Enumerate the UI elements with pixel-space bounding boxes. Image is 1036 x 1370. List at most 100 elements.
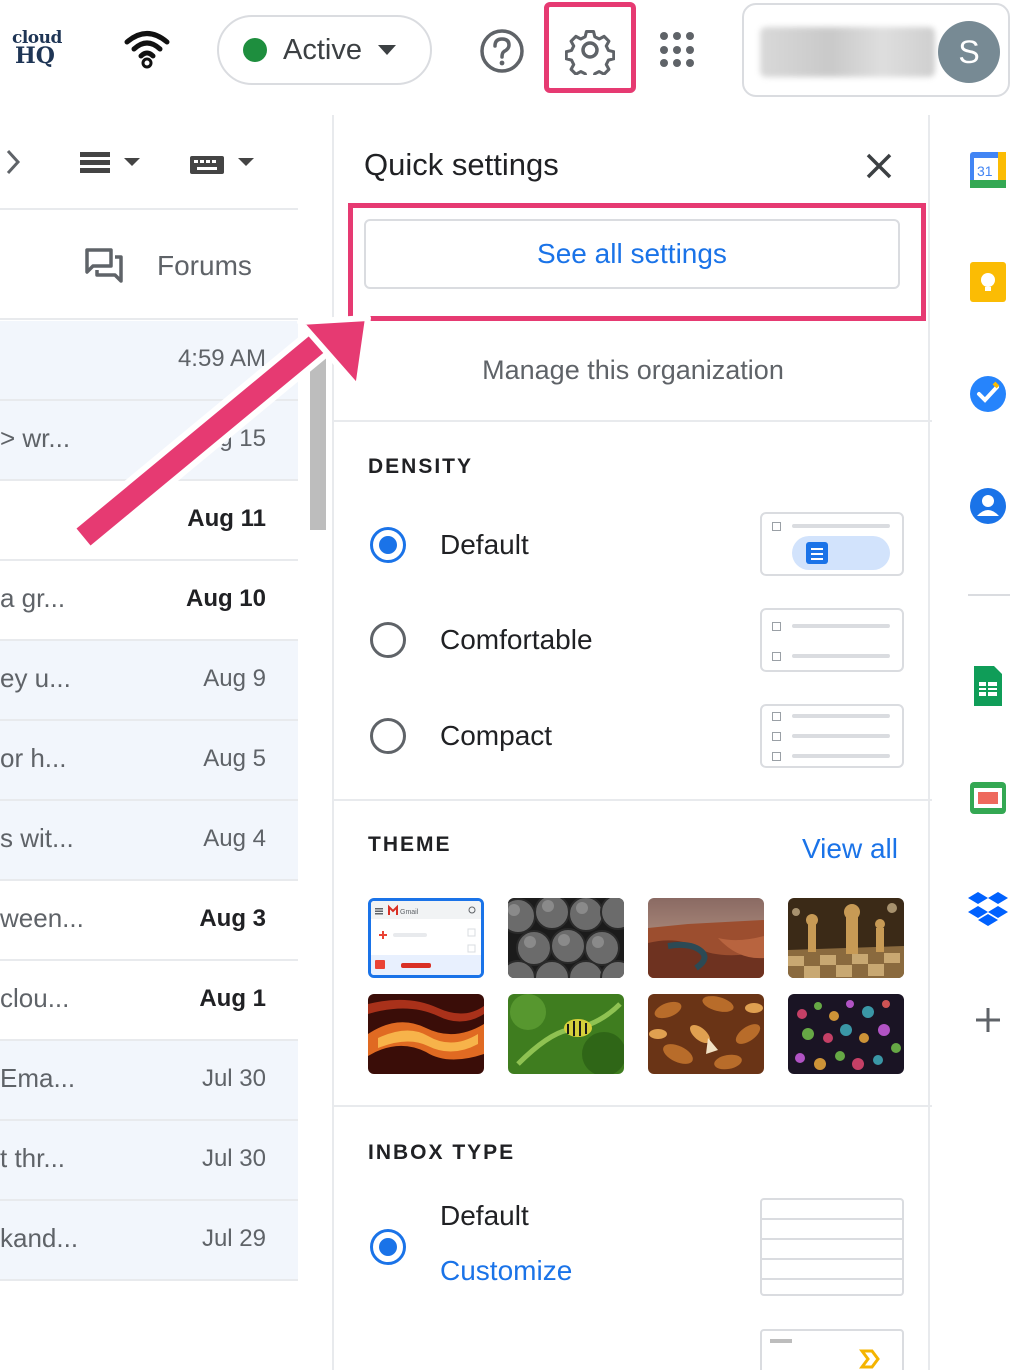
sheets-icon[interactable] [968,666,1008,706]
cloudhq-logo[interactable]: cloud HQ [12,30,64,70]
email-date: Jul 30 [201,1065,266,1092]
email-snippet: s wit... [0,823,74,853]
status-dot-icon [243,38,267,62]
theme-gmail-label: Gmail [400,909,419,916]
email-date: Jul 29 [201,1225,266,1252]
top-bar: cloud HQ Active S [0,0,1036,110]
account-switcher[interactable]: S [742,3,1010,97]
help-icon[interactable] [478,27,526,75]
gear-icon[interactable] [565,25,615,75]
email-list-pane: Forums 4:59 AM > wr... Aug 15 Aug 11 a gr...… [0,110,330,1370]
email-date: Aug 9 [203,665,266,692]
email-row[interactable]: 4:59 AM [0,321,298,401]
email-row[interactable]: Ema... Jul 30 [0,1041,298,1121]
email-date: Aug 3 [199,905,266,932]
density-label-compact: Compact [440,720,553,751]
radio-comfortable[interactable] [370,622,406,658]
email-row[interactable]: s wit... Aug 4 [0,801,298,881]
add-addon-icon[interactable] [968,1000,1008,1040]
quick-settings-panel: Quick settings See all settings Manage t… [332,115,932,1370]
email-snippet: clou... [0,983,70,1013]
manage-organization-link[interactable]: Manage this organization [334,355,932,386]
theme-heading: THEME [368,833,452,856]
email-snippet: kand... [0,1223,79,1253]
email-date: Aug 15 [189,425,266,452]
calendar-icon[interactable]: 31 [968,150,1008,190]
divider [334,420,932,422]
density-label-comfortable: Comfortable [440,624,593,655]
see-all-settings-button[interactable]: See all settings [364,219,900,289]
theme-leaves[interactable] [648,994,764,1074]
density-preview-compact[interactable] [760,704,904,768]
email-snippet: t thr... [0,1143,66,1173]
email-date: Aug 11 [187,505,266,532]
email-snippet: ey u... [0,663,71,693]
email-row[interactable]: ween... Aug 3 [0,881,298,961]
keyboard-icon[interactable] [188,152,258,178]
density-view-icon[interactable] [78,150,148,176]
view-all-themes-link[interactable]: View all [802,833,898,865]
email-row[interactable]: Aug 11 [0,481,298,561]
radio-default[interactable] [370,527,406,563]
chevron-right-icon[interactable] [2,148,22,176]
inbox-type-heading: INBOX TYPE [368,1141,516,1164]
email-snippet: ween... [0,903,84,933]
caret-down-icon [377,45,396,55]
radio-inbox-default[interactable] [370,1229,406,1265]
account-name-redacted [760,27,935,77]
email-row[interactable]: > wr... Aug 15 [0,401,298,481]
email-date: 4:59 AM [177,345,266,372]
svg-text:31: 31 [977,163,993,179]
list-scrollbar[interactable] [310,320,326,530]
forums-icon [85,248,123,283]
density-heading: DENSITY [368,455,474,478]
email-row[interactable]: kand... Jul 29 [0,1201,298,1281]
quick-settings-title: Quick settings [364,147,559,182]
email-rows: 4:59 AM > wr... Aug 15 Aug 11 a gr... Aug 10 e… [0,321,298,1281]
theme-pipes[interactable] [508,898,624,978]
dropbox-icon[interactable] [968,888,1008,928]
tab-forums-label: Forums [157,250,252,281]
inbox-preview-next[interactable] [760,1329,904,1370]
list-toolbar [0,110,298,210]
email-date: Jul 30 [201,1145,266,1172]
theme-sandstone[interactable] [368,994,484,1074]
email-row[interactable]: ey u... Aug 9 [0,641,298,721]
avatar[interactable]: S [938,21,1000,83]
email-date: Aug 5 [203,745,266,772]
close-icon[interactable] [864,151,894,181]
tab-forums[interactable]: Forums [0,212,298,320]
email-row[interactable]: a gr... Aug 10 [0,561,298,641]
theme-chess[interactable] [788,898,904,978]
email-row[interactable]: t thr... Jul 30 [0,1121,298,1201]
email-snippet: > wr... [0,423,71,453]
density-preview-comfortable[interactable] [760,608,904,672]
keep-icon[interactable] [968,262,1008,302]
customize-link[interactable]: Customize [440,1255,572,1287]
email-date: Aug 4 [203,825,266,852]
density-preview-default[interactable] [760,512,904,576]
inbox-preview-default[interactable] [760,1198,904,1296]
contacts-icon[interactable] [968,486,1008,526]
density-label-default: Default [440,529,529,560]
wifi-icon[interactable] [124,28,170,70]
email-row[interactable]: clou... Aug 1 [0,961,298,1041]
email-date: Aug 1 [199,985,266,1012]
theme-bokeh[interactable] [788,994,904,1074]
side-panel: 31 [932,110,1036,1370]
divider [334,1105,932,1107]
email-snippet: a gr... [0,583,66,613]
logo-line2: HQ [15,43,55,69]
email-date: Aug 10 [185,585,266,612]
apps-grid-icon[interactable] [660,32,696,68]
email-row[interactable]: or h... Aug 5 [0,721,298,801]
side-panel-divider [968,594,1010,596]
theme-default[interactable]: Gmail [368,898,484,978]
addon-icon[interactable] [968,778,1008,818]
divider [334,799,932,801]
status-dropdown[interactable]: Active [217,15,432,85]
tasks-icon[interactable] [968,374,1008,414]
radio-compact[interactable] [370,718,406,754]
theme-canyon[interactable] [648,898,764,978]
theme-caterpillar[interactable] [508,994,624,1074]
